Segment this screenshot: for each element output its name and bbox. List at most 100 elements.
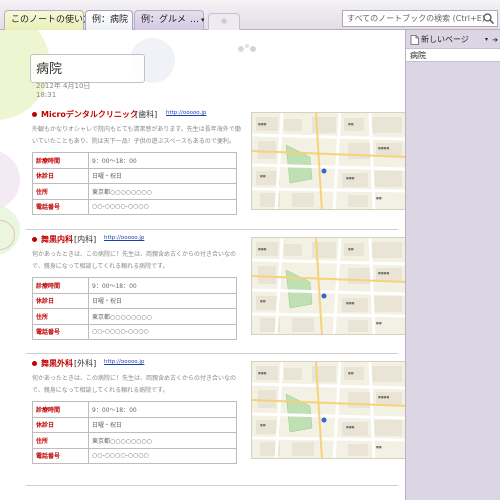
bullet-icon bbox=[32, 361, 37, 366]
page-title[interactable]: 病院 bbox=[36, 58, 62, 77]
hospital-description[interactable]: 何かあったときは、この病院に！先生は、両親含め古くからの付き合いなので、親身にな… bbox=[32, 249, 244, 273]
svg-text:■■■: ■■■ bbox=[258, 122, 267, 126]
decorative-circle bbox=[250, 46, 256, 52]
table-key[interactable]: 電話番号 bbox=[32, 323, 89, 340]
chevron-down-icon[interactable]: ▾ bbox=[485, 33, 488, 47]
svg-text:■■: ■■ bbox=[376, 196, 382, 200]
table-key[interactable]: 診療時間 bbox=[32, 401, 89, 418]
chevron-down-icon[interactable]: ▾ bbox=[201, 16, 205, 24]
page-date: 2012年 4月10日 bbox=[36, 82, 91, 90]
hospital-description[interactable]: 外観もかなりオシャレで院内もとても清潔感があります。先生は長年海外で働いていたこ… bbox=[32, 124, 244, 148]
hospital-entry: 舞黒外科 [外科] http://ooooo.jp 何かあったときは、この病院に… bbox=[0, 353, 405, 500]
table-key[interactable]: 電話番号 bbox=[32, 198, 89, 215]
table-row: 電話番号 ○○-○○○○-○○○○ bbox=[32, 198, 237, 215]
table-value[interactable]: 日曜・祝日 bbox=[88, 416, 237, 433]
arrow-right-icon[interactable]: ➔ bbox=[492, 33, 498, 47]
table-value[interactable]: 東京都○○○○○○○○ bbox=[88, 432, 237, 449]
table-value[interactable]: ○○-○○○○-○○○○ bbox=[88, 323, 237, 340]
divider bbox=[26, 353, 398, 354]
table-value[interactable]: ○○-○○○○-○○○○ bbox=[88, 198, 237, 215]
tab-gourmet-label: 例：グルメ bbox=[141, 15, 187, 25]
table-value[interactable]: 日曜・祝日 bbox=[88, 292, 237, 309]
table-key[interactable]: 休診日 bbox=[32, 167, 89, 184]
svg-text:■■: ■■ bbox=[348, 122, 354, 126]
note-page[interactable]: 病院 2012年 4月10日 18:31 Microデンタルクリニック [歯科]… bbox=[0, 30, 405, 500]
search-placeholder: すべてのノートブックの検索 (Ctrl+E) bbox=[347, 14, 485, 23]
table-key[interactable]: 診療時間 bbox=[32, 277, 89, 294]
hospital-entry: 舞黒内科 [内科] http://ooooo.jp 何かあったときは、この病院に… bbox=[0, 229, 405, 347]
more-sections-button[interactable]: … bbox=[190, 15, 199, 25]
table-key[interactable]: 休診日 bbox=[32, 292, 89, 309]
table-value[interactable]: ○○-○○○○-○○○○ bbox=[88, 447, 237, 464]
page-timestamp: 2012年 4月10日 18:31 bbox=[36, 82, 90, 100]
table-key[interactable]: 住所 bbox=[32, 183, 89, 200]
table-row: 住所 東京都○○○○○○○○ bbox=[32, 183, 237, 200]
hospital-name[interactable]: Microデンタルクリニック bbox=[41, 109, 138, 120]
table-row: 診療時間 9：00〜18：00 bbox=[32, 401, 237, 418]
table-row: 電話番号 ○○-○○○○-○○○○ bbox=[32, 447, 237, 464]
search-input[interactable]: すべてのノートブックの検索 (Ctrl+E) bbox=[342, 10, 498, 27]
hospital-department[interactable]: [内科] bbox=[74, 234, 96, 245]
page-time: 18:31 bbox=[36, 91, 57, 99]
bullet-icon bbox=[32, 112, 37, 117]
tab-gourmet[interactable]: 例：グルメ… ▾ bbox=[134, 10, 205, 30]
page-icon bbox=[410, 35, 419, 45]
hospital-name[interactable]: 舞黒外科 bbox=[41, 358, 73, 369]
hospital-entry: Microデンタルクリニック [歯科] http://ooooo.jp 外観もか… bbox=[0, 104, 405, 222]
page-list-item[interactable]: 病院 bbox=[406, 48, 500, 62]
svg-text:■■: ■■ bbox=[348, 371, 354, 375]
new-page-label: 新しいページ bbox=[421, 35, 469, 44]
svg-text:■■: ■■ bbox=[376, 445, 382, 449]
table-key[interactable]: 住所 bbox=[32, 308, 89, 325]
new-page-button[interactable]: 新しいページ ▾ ➔ bbox=[408, 33, 498, 47]
table-value[interactable]: 9：00〜18：00 bbox=[88, 152, 237, 169]
svg-text:■■: ■■ bbox=[260, 423, 266, 427]
table-value[interactable]: 9：00〜18：00 bbox=[88, 277, 237, 294]
table-row: 診療時間 9：00〜18：00 bbox=[32, 152, 237, 169]
svg-text:■■■: ■■■ bbox=[258, 247, 267, 251]
bullet-icon bbox=[32, 237, 37, 242]
table-row: 診療時間 9：00〜18：00 bbox=[32, 277, 237, 294]
hospital-description[interactable]: 何かあったときは、この病院に！先生は、両親含め古くからの付き合いなので、親身にな… bbox=[32, 373, 244, 397]
table-key[interactable]: 電話番号 bbox=[32, 447, 89, 464]
table-key[interactable]: 休診日 bbox=[32, 416, 89, 433]
hospital-department[interactable]: [歯科] bbox=[135, 109, 157, 120]
svg-text:■■: ■■ bbox=[376, 321, 382, 325]
svg-text:■■: ■■ bbox=[260, 174, 266, 178]
hospital-link[interactable]: http://ooooo.jp bbox=[104, 359, 144, 365]
table-key[interactable]: 診療時間 bbox=[32, 152, 89, 169]
svg-text:■■■: ■■■ bbox=[258, 371, 267, 375]
table-value[interactable]: 日曜・祝日 bbox=[88, 167, 237, 184]
svg-text:■■■: ■■■ bbox=[346, 176, 355, 180]
tab-how-to-use[interactable]: このノートの使い方 bbox=[4, 10, 92, 30]
svg-text:■■■■: ■■■■ bbox=[378, 271, 390, 275]
svg-text:■■■■: ■■■■ bbox=[378, 395, 390, 399]
svg-text:■■■: ■■■ bbox=[346, 425, 355, 429]
info-table: 診療時間 9：00〜18：00 休診日 日曜・祝日 住所 東京都○○○○○○○○ 電話… bbox=[32, 277, 237, 340]
hospital-name[interactable]: 舞黒内科 bbox=[41, 234, 73, 245]
tab-hospital[interactable]: 例：病院 bbox=[85, 10, 133, 30]
hospital-link[interactable]: http://ooooo.jp bbox=[104, 235, 144, 241]
svg-text:■■: ■■ bbox=[348, 247, 354, 251]
hospital-department[interactable]: [外科] bbox=[74, 358, 96, 369]
map-image[interactable]: ■■■ ■■ ■■■■ ■■ ■■■ ■■ bbox=[251, 112, 405, 210]
page-list-pane: 新しいページ ▾ ➔ bbox=[405, 30, 500, 500]
table-row: 住所 東京都○○○○○○○○ bbox=[32, 432, 237, 449]
table-row: 休診日 日曜・祝日 bbox=[32, 416, 237, 433]
decorative-circle bbox=[238, 46, 244, 52]
map-image[interactable]: ■■■ ■■ ■■■■ ■■ ■■■ ■■ bbox=[251, 237, 405, 335]
search-icon[interactable] bbox=[482, 12, 495, 25]
add-section-tab[interactable]: ☼ bbox=[208, 13, 240, 30]
decorative-circle bbox=[245, 44, 249, 48]
svg-text:■■: ■■ bbox=[260, 299, 266, 303]
table-key[interactable]: 住所 bbox=[32, 432, 89, 449]
svg-text:■■■: ■■■ bbox=[346, 301, 355, 305]
table-value[interactable]: 東京都○○○○○○○○ bbox=[88, 308, 237, 325]
info-table: 診療時間 9：00〜18：00 休診日 日曜・祝日 住所 東京都○○○○○○○○ 電話… bbox=[32, 152, 237, 215]
map-image[interactable]: ■■■ ■■ ■■■■ ■■ ■■■ ■■ bbox=[251, 361, 405, 459]
hospital-link[interactable]: http://ooooo.jp bbox=[166, 110, 206, 116]
table-value[interactable]: 東京都○○○○○○○○ bbox=[88, 183, 237, 200]
divider bbox=[26, 485, 398, 486]
table-value[interactable]: 9：00〜18：00 bbox=[88, 401, 237, 418]
table-row: 電話番号 ○○-○○○○-○○○○ bbox=[32, 323, 237, 340]
